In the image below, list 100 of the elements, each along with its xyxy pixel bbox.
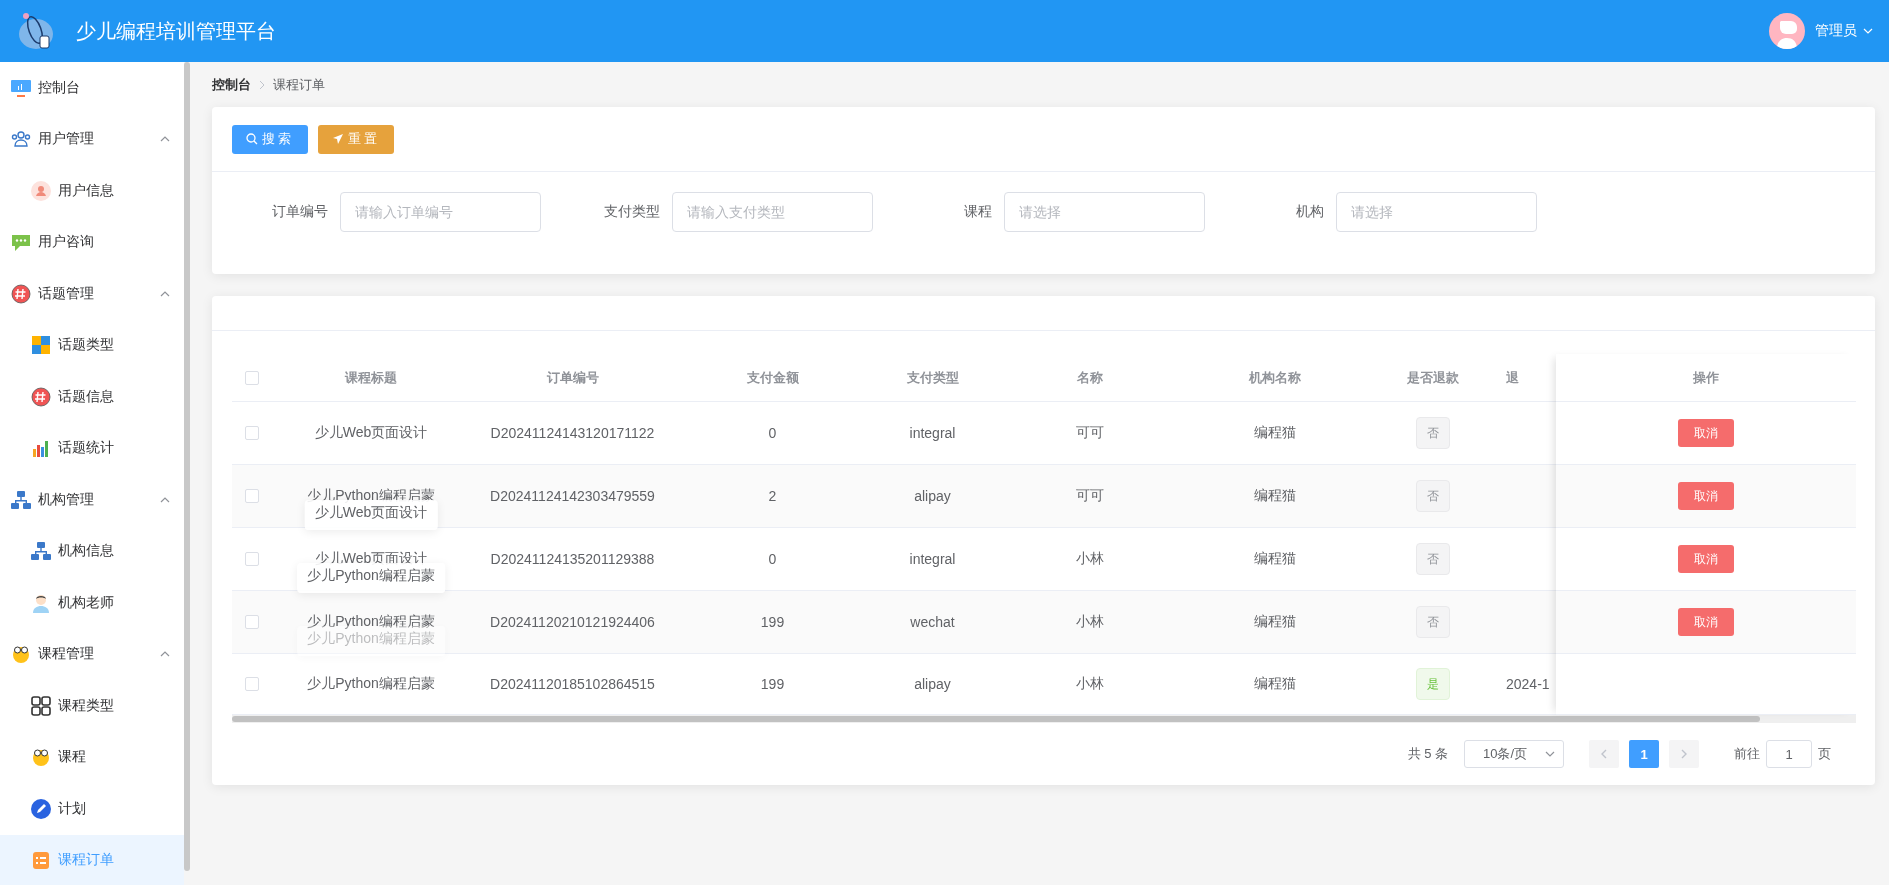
total-count: 共 5 条 xyxy=(1407,745,1448,763)
checkbox[interactable] xyxy=(245,426,259,440)
table-cell: 少儿Python编程启蒙 xyxy=(307,675,435,693)
sidebar-label: 话题类型 xyxy=(58,336,115,355)
avatar-icon[interactable] xyxy=(1769,13,1805,49)
sidebar-item[interactable]: 用户信息 xyxy=(0,165,184,217)
sidebar-label: 用户信息 xyxy=(58,181,115,200)
table-cell: 可可 xyxy=(1076,487,1104,505)
prev-page-button[interactable] xyxy=(1589,740,1619,768)
sidebar-label: 课程订单 xyxy=(58,851,115,870)
sidebar-item[interactable]: 课程 xyxy=(0,731,184,783)
chevron-right-icon xyxy=(1681,749,1687,759)
status-tag: 否 xyxy=(1415,480,1450,512)
input-field[interactable]: 请选择 xyxy=(1336,192,1537,232)
blocks-icon xyxy=(30,334,52,357)
goto-label: 前往 xyxy=(1734,745,1760,763)
table-cell: wechat xyxy=(910,614,955,630)
hash-icon xyxy=(10,282,32,305)
sidebar-label: 用户管理 xyxy=(38,130,95,149)
table-cell: alipay xyxy=(914,488,951,504)
page-suffix: 页 xyxy=(1818,745,1831,763)
sidebar-item[interactable]: 课程类型 xyxy=(0,680,184,732)
page-size-select[interactable]: 10条/页 xyxy=(1464,740,1564,768)
sidebar-item[interactable]: 用户管理 xyxy=(0,113,184,165)
status-tag: 否 xyxy=(1415,417,1450,449)
sidebar-item[interactable]: 计划 xyxy=(0,783,184,835)
sidebar-item[interactable]: 话题信息 xyxy=(0,371,184,423)
app-title: 少儿编程培训管理平台 xyxy=(76,18,277,44)
field-label: 课程 xyxy=(963,203,993,221)
table-cell: D20241120210121924406 xyxy=(490,614,655,630)
org-chart-icon xyxy=(10,488,32,511)
sidebar-label: 课程管理 xyxy=(38,645,95,664)
tooltip: 少儿Web页面设计 xyxy=(304,500,438,530)
checkbox[interactable] xyxy=(245,370,259,385)
table-cell: 编程猫 xyxy=(1254,487,1296,505)
sidebar-item[interactable]: 话题管理 xyxy=(0,268,184,320)
sidebar-label: 机构信息 xyxy=(58,542,115,561)
table-cell: 0 xyxy=(768,425,777,441)
sidebar-label: 课程类型 xyxy=(58,696,115,715)
table-cell: 199 xyxy=(760,614,785,630)
chevron-icon xyxy=(160,496,170,503)
column-header: 操作 xyxy=(1693,368,1719,387)
sidebar-item[interactable]: 用户咨询 xyxy=(0,216,184,268)
input-field[interactable]: 请输入订单编号 xyxy=(340,192,541,232)
table-cell: 2024-1 xyxy=(1506,676,1550,692)
breadcrumb-item[interactable]: 控制台 xyxy=(212,75,251,94)
column-header: 支付金额 xyxy=(746,368,799,387)
table-cell: 编程猫 xyxy=(1254,675,1296,693)
page-input[interactable]: 1 xyxy=(1766,740,1812,768)
checkbox[interactable] xyxy=(245,489,259,503)
column-header: 是否退款 xyxy=(1406,368,1459,387)
sidebar-item[interactable]: 机构管理 xyxy=(0,474,184,526)
checkbox[interactable] xyxy=(245,552,259,566)
sidebar-label: 计划 xyxy=(58,799,87,818)
sidebar-label: 机构老师 xyxy=(58,593,115,612)
sidebar-label: 用户咨询 xyxy=(38,233,95,252)
next-page-button[interactable] xyxy=(1669,740,1699,768)
sidebar-item[interactable]: 课程管理 xyxy=(0,628,184,680)
scrollbar[interactable] xyxy=(232,715,1856,723)
status-tag: 否 xyxy=(1415,606,1450,638)
field-label: 支付类型 xyxy=(603,203,661,221)
chevron-icon xyxy=(160,651,170,658)
table-cell: 编程猫 xyxy=(1254,613,1296,631)
table-cell: 编程猫 xyxy=(1254,550,1296,568)
input-field[interactable]: 请输入支付类型 xyxy=(672,192,873,232)
column-header: 机构名称 xyxy=(1249,368,1301,387)
logo-icon xyxy=(16,10,56,52)
pencil-icon xyxy=(30,797,52,820)
table-cell: alipay xyxy=(914,676,951,692)
sidebar-label: 课程 xyxy=(58,748,87,767)
scrollbar[interactable] xyxy=(184,62,190,871)
input-field[interactable]: 请选择 xyxy=(1004,192,1205,232)
sidebar-item[interactable]: 话题统计 xyxy=(0,422,184,474)
table-cell: integral xyxy=(909,425,956,441)
column-header: 课程标题 xyxy=(345,368,397,387)
sidebar-label: 话题管理 xyxy=(38,284,95,303)
grid-icon xyxy=(30,694,52,717)
tooltip: 少儿Python编程启蒙 xyxy=(297,563,445,593)
sidebar-item[interactable]: 控制台 xyxy=(0,62,184,114)
table-cell: 199 xyxy=(760,676,785,692)
table-cell: integral xyxy=(909,551,956,567)
field-label: 机构 xyxy=(1295,203,1325,221)
sidebar-item[interactable]: 机构信息 xyxy=(0,525,184,577)
hash-icon xyxy=(30,385,52,408)
chevron-icon xyxy=(160,290,170,297)
sidebar-item[interactable]: 话题类型 xyxy=(0,319,184,371)
send-icon xyxy=(332,133,344,145)
chevron-left-icon xyxy=(1601,749,1607,759)
clipboard-icon xyxy=(30,849,52,872)
table-cell: 2 xyxy=(768,488,777,504)
sidebar-item[interactable]: 机构老师 xyxy=(0,577,184,629)
sidebar-label: 机构管理 xyxy=(38,490,95,509)
org-chart-icon xyxy=(30,540,52,563)
checkbox[interactable] xyxy=(245,677,259,691)
chevron-icon xyxy=(160,136,170,143)
table-cell: 编程猫 xyxy=(1254,424,1296,442)
dropdown-icon xyxy=(1863,28,1873,34)
checkbox[interactable] xyxy=(245,615,259,629)
table-cell: D20241124142303479559 xyxy=(490,488,655,504)
column-header: 支付类型 xyxy=(906,368,959,387)
